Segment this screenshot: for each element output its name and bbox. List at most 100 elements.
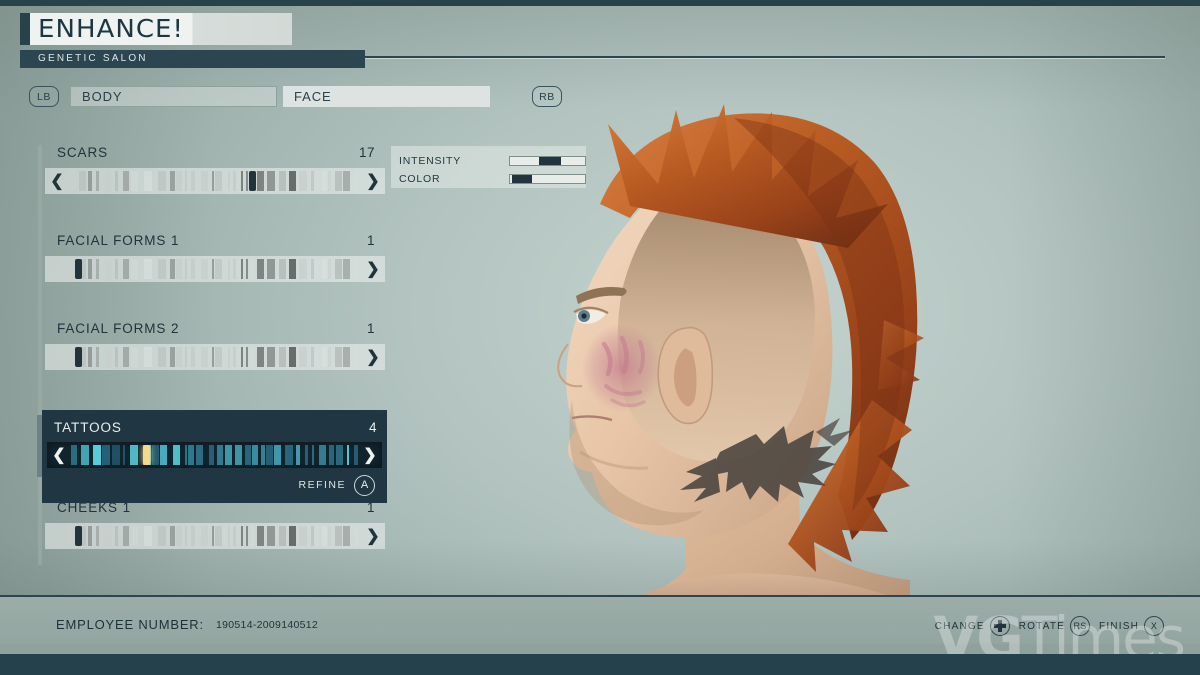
left-bumper-icon[interactable]: LB: [29, 86, 59, 107]
slider-tick: [289, 171, 296, 191]
slider-tick: [201, 259, 208, 279]
intensity-slider[interactable]: [509, 156, 586, 166]
option-value: 1: [366, 500, 375, 515]
tab-body[interactable]: BODY: [70, 86, 277, 107]
option-label: FACIAL FORMS 2: [57, 321, 180, 336]
slider-tick: [69, 347, 74, 367]
tab-face[interactable]: FACE: [283, 86, 490, 107]
option-row-tattoos[interactable]: TATTOOS 4 ❮ ❯ REFINE A: [42, 410, 387, 503]
option-slider[interactable]: ❮ ❯: [47, 442, 382, 468]
slider-tick: [315, 347, 319, 367]
slider-tick: [105, 259, 112, 279]
slider-tick: [289, 526, 296, 546]
slider-tick: [311, 526, 314, 546]
dpad-icon: [989, 616, 1010, 636]
slider-marker[interactable]: [249, 171, 256, 191]
slider-tick: [329, 445, 334, 465]
slider-tick: [299, 526, 307, 546]
slider-tick: [152, 445, 159, 465]
slider-tick: [191, 526, 195, 546]
slider-marker[interactable]: [143, 445, 150, 465]
slider-tick: [252, 445, 258, 465]
employee-number-value: 190514-2009140512: [216, 619, 319, 631]
slider-tick: [233, 259, 236, 279]
slider-tick: [279, 259, 286, 279]
option-label: SCARS: [57, 145, 109, 160]
refine-row[interactable]: REFINE A: [42, 473, 387, 497]
slider-marker[interactable]: [75, 347, 82, 367]
slider-prev-arrow[interactable]: ❮: [45, 168, 69, 194]
slider-tick: [241, 171, 243, 191]
slider-tick: [176, 171, 182, 191]
hint-change[interactable]: CHANGE: [935, 616, 1010, 636]
option-row-scars[interactable]: SCARS 17 ❮ ❯: [45, 145, 385, 194]
slider-tick: [235, 445, 242, 465]
option-slider[interactable]: ❮ ❯: [45, 344, 385, 370]
hint-rotate-label: ROTATE: [1018, 620, 1066, 632]
hint-rotate[interactable]: ROTATE RS: [1018, 616, 1091, 636]
slider-tick: [123, 526, 129, 546]
slider-tick: [289, 347, 296, 367]
a-button-icon[interactable]: A: [354, 474, 375, 496]
slider-tick: [170, 171, 175, 191]
slider-tick: [267, 171, 275, 191]
option-slider[interactable]: ❮ ❯: [45, 168, 385, 194]
slider-track[interactable]: [71, 445, 358, 465]
slider-tick: [176, 347, 182, 367]
slider-tick: [261, 445, 265, 465]
slider-tick: [176, 526, 182, 546]
slider-next-arrow[interactable]: ❯: [361, 523, 385, 549]
slider-tick: [191, 259, 195, 279]
adjustment-row-intensity[interactable]: INTENSITY: [399, 152, 586, 170]
slider-tick: [201, 347, 208, 367]
slider-tick: [144, 526, 152, 546]
option-slider[interactable]: ❮ ❯: [45, 256, 385, 282]
option-row-header: FACIAL FORMS 2 1: [45, 321, 385, 341]
slider-next-arrow[interactable]: ❯: [361, 344, 385, 370]
header-rule-highlight: [365, 58, 1165, 59]
slider-track[interactable]: [69, 171, 361, 191]
hint-finish[interactable]: FINISH X: [1099, 616, 1164, 636]
slider-tick: [322, 347, 327, 367]
slider-tick: [188, 445, 194, 465]
slider-tick: [144, 347, 152, 367]
slider-tick: [266, 445, 273, 465]
slider-track[interactable]: [69, 526, 361, 546]
slider-prev-arrow: ❮: [45, 344, 69, 370]
slider-next-arrow[interactable]: ❯: [361, 168, 385, 194]
slider-tick: [322, 171, 327, 191]
tab-bar: LB BODY FACE RB: [0, 84, 1200, 110]
adjustment-panel: INTENSITY COLOR: [391, 146, 586, 188]
slider-tick: [251, 259, 254, 279]
option-row-facial-forms-2[interactable]: FACIAL FORMS 2 1 ❮ ❯: [45, 321, 385, 370]
slider-tick: [96, 171, 99, 191]
slider-tick: [274, 445, 281, 465]
slider-tick: [233, 526, 236, 546]
slider-tick: [335, 347, 342, 367]
slider-tick: [71, 445, 77, 465]
adjustment-row-color[interactable]: COLOR: [399, 170, 586, 188]
slider-marker[interactable]: [75, 259, 82, 279]
slider-tick: [123, 171, 129, 191]
slider-tick: [228, 526, 230, 546]
slider-marker[interactable]: [75, 526, 82, 546]
option-row-cheeks-1[interactable]: CHEEKS 1 1 ❮ ❯: [45, 500, 385, 549]
control-hints: CHANGE ROTATE RS FINISH X: [935, 615, 1164, 637]
slider-track[interactable]: [69, 259, 361, 279]
slider-tick: [185, 171, 187, 191]
option-slider[interactable]: ❮ ❯: [45, 523, 385, 549]
slider-tick: [158, 347, 166, 367]
option-row-facial-forms-1[interactable]: FACIAL FORMS 1 1 ❮ ❯: [45, 233, 385, 282]
option-row-header: TATTOOS 4: [42, 418, 387, 442]
slider-tick: [299, 259, 307, 279]
slider-prev-arrow[interactable]: ❮: [47, 442, 71, 468]
color-slider[interactable]: [509, 174, 586, 184]
slider-tick: [88, 171, 92, 191]
option-label: CHEEKS 1: [57, 500, 131, 515]
slider-tick: [115, 347, 118, 367]
slider-next-arrow[interactable]: ❯: [361, 256, 385, 282]
slider-track[interactable]: [69, 347, 361, 367]
slider-next-arrow[interactable]: ❯: [358, 442, 382, 468]
right-bumper-icon[interactable]: RB: [532, 86, 562, 107]
slider-tick: [215, 171, 222, 191]
